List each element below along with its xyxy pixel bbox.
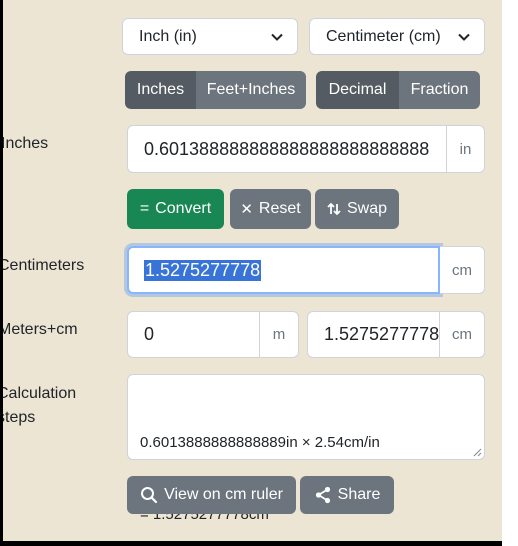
mode-inches-option[interactable]: Inches [125, 71, 196, 109]
from-unit-select[interactable]: Inch (in) [122, 18, 298, 55]
convert-button[interactable]: = Convert [127, 189, 224, 229]
centimeters-value-selected: 1.5275277778 [144, 259, 262, 281]
centimeters-label: Centimeters [3, 257, 85, 274]
inches-input[interactable]: 0.601388888888888888888888888 [127, 125, 447, 173]
to-unit-value: Centimeter (cm) [326, 27, 441, 45]
meters-cm-input[interactable]: 1.5275277778 [307, 311, 440, 358]
mode-decimal-option[interactable]: Decimal [316, 71, 399, 109]
equals-icon: = [139, 200, 150, 217]
output-mode-toggle: Decimal Fraction [316, 71, 480, 109]
meters-cm-label: Meters+cm [3, 321, 78, 338]
centimeters-unit-addon: cm [440, 246, 485, 294]
centimeters-output[interactable]: 1.5275277778 [127, 246, 440, 294]
chevron-down-icon [271, 33, 283, 41]
input-mode-toggle: Inches Feet+Inches [125, 71, 306, 109]
to-unit-select[interactable]: Centimeter (cm) [309, 18, 485, 55]
chevron-down-icon [458, 33, 470, 41]
scrollbar-track[interactable] [502, 0, 518, 546]
close-icon: ✕ [240, 201, 253, 218]
to-label: To [309, 0, 326, 8]
search-icon [141, 487, 158, 504]
reset-label: Reset [258, 200, 301, 217]
meters-input[interactable]: 0 [127, 311, 260, 358]
meters-unit-addon: m [260, 311, 299, 358]
calculation-steps-textarea[interactable]: 0.6013888888888889in × 2.54cm/in = 1.527… [127, 374, 485, 523]
share-icon [315, 486, 330, 504]
reset-button[interactable]: ✕ Reset [230, 189, 311, 229]
inches-unit-addon: in [447, 125, 485, 173]
swap-label: Swap [346, 200, 388, 217]
swap-button[interactable]: Swap [315, 189, 399, 229]
swap-arrows-icon [327, 202, 341, 216]
resize-grip-icon[interactable] [473, 448, 482, 457]
share-button[interactable]: Share [300, 476, 394, 514]
inches-label: Inches [3, 135, 49, 152]
meters-cm-value: 1.5275277778 [324, 324, 440, 344]
calculation-steps-label-line2: steps [3, 409, 36, 426]
converter-panel: From To Inch (in) Centimeter (cm) Inches… [3, 0, 502, 541]
meters-value: 0 [144, 324, 155, 344]
meters-cm-unit-addon: cm [440, 311, 485, 358]
from-unit-value: Inch (in) [139, 27, 197, 45]
convert-label: Convert [155, 200, 212, 217]
view-on-ruler-label: View on cm ruler [164, 486, 283, 503]
from-label: From [122, 0, 159, 8]
inches-value: 0.601388888888888888888888888 [144, 138, 430, 159]
calculation-step-line: 0.6013888888888889in × 2.54cm/in [140, 434, 380, 451]
mode-fraction-option[interactable]: Fraction [399, 71, 480, 109]
calculation-steps-label-line1: Calculation [3, 385, 77, 402]
view-on-ruler-button[interactable]: View on cm ruler [127, 476, 296, 514]
mode-feet-inches-option[interactable]: Feet+Inches [196, 71, 306, 109]
share-label: Share [337, 486, 381, 503]
